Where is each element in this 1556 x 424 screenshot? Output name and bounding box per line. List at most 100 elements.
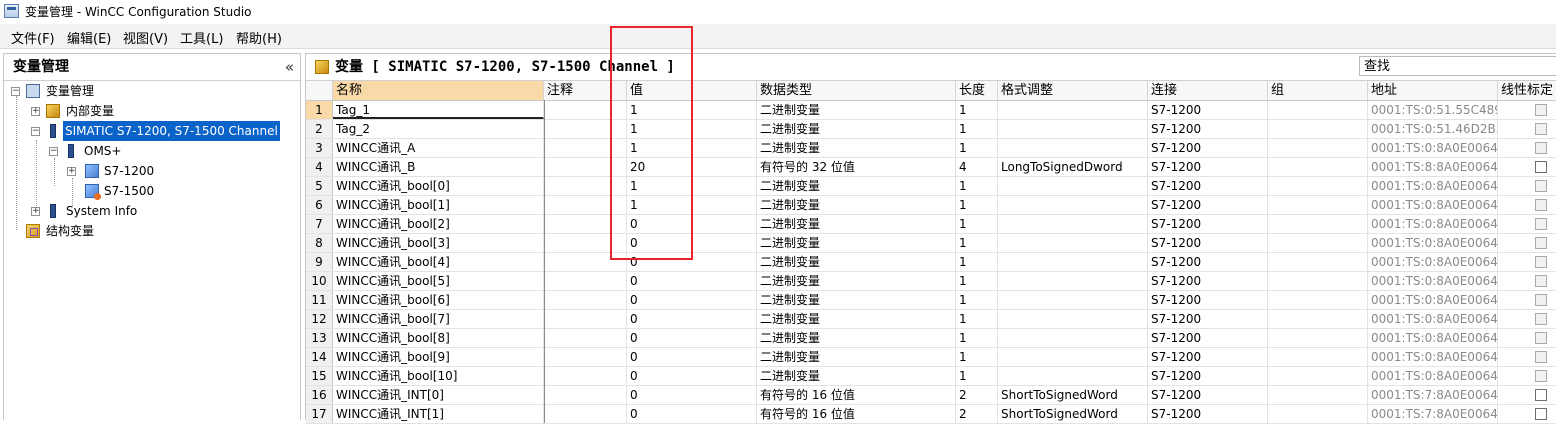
cell-comment[interactable] [544,310,627,328]
table-row[interactable]: 15 WINCC通讯_bool[10] 0 二进制变量 1 S7-1200 0001:TS:… [306,367,1556,386]
cell-linear[interactable] [1498,158,1556,176]
linear-scaling-checkbox[interactable] [1535,161,1547,173]
cell-type[interactable]: 二进制变量 [757,234,956,252]
table-row[interactable]: 11 WINCC通讯_bool[6] 0 二进制变量 1 S7-1200 0001:TS:0… [306,291,1556,310]
menu-tools[interactable]: 工具(L) [180,28,223,47]
cell-type[interactable]: 二进制变量 [757,310,956,328]
cell-addr[interactable]: 0001:TS:7:8A0E0064. [1368,386,1498,404]
cell-name[interactable]: WINCC通讯_bool[3] [333,234,544,252]
cell-value[interactable]: 0 [627,386,757,404]
cell-addr[interactable]: 0001:TS:0:8A0E0064. [1368,291,1498,309]
collapse-toggle-icon[interactable]: − [31,127,40,136]
cell-fmt[interactable] [998,101,1148,119]
cell-addr[interactable]: 0001:TS:0:8A0E0064. [1368,234,1498,252]
cell-conn[interactable]: S7-1200 [1148,329,1268,347]
cell-name[interactable]: WINCC通讯_bool[2] [333,215,544,233]
cell-addr[interactable]: 0001:TS:0:8A0E0064. [1368,253,1498,271]
collapse-icon[interactable]: « [285,54,294,80]
cell-linear[interactable] [1498,120,1556,138]
cell-conn[interactable]: S7-1200 [1148,348,1268,366]
cell-conn[interactable]: S7-1200 [1148,310,1268,328]
cell-name[interactable]: WINCC通讯_INT[0] [333,386,544,404]
table-row[interactable]: 17 WINCC通讯_INT[1] 0 有符号的 16 位值 2 ShortToSigne… [306,405,1556,424]
cell-value[interactable]: 0 [627,348,757,366]
cell-len[interactable]: 1 [956,272,998,290]
column-header-name[interactable]: 名称 [333,81,544,100]
cell-group[interactable] [1268,120,1368,138]
grid-corner[interactable] [306,81,333,100]
table-row[interactable]: 10 WINCC通讯_bool[5] 0 二进制变量 1 S7-1200 0001:TS:0… [306,272,1556,291]
column-header-linear[interactable]: 线性标定 [1498,81,1556,100]
cell-comment[interactable] [544,272,627,290]
table-row[interactable]: 12 WINCC通讯_bool[7] 0 二进制变量 1 S7-1200 0001:TS:0… [306,310,1556,329]
cell-conn[interactable]: S7-1200 [1148,158,1268,176]
cell-value[interactable]: 0 [627,310,757,328]
cell-type[interactable]: 二进制变量 [757,272,956,290]
column-header-type[interactable]: 数据类型 [757,81,956,100]
menu-edit[interactable]: 编辑(E) [67,28,111,47]
cell-type[interactable]: 二进制变量 [757,120,956,138]
cell-group[interactable] [1268,177,1368,195]
cell-len[interactable]: 1 [956,367,998,385]
table-row[interactable]: 1 Tag_1 1 二进制变量 1 S7-1200 0001:TS:0:51.55C489 [306,101,1556,120]
cell-len[interactable]: 1 [956,101,998,119]
cell-conn[interactable]: S7-1200 [1148,101,1268,119]
column-header-addr[interactable]: 地址 [1368,81,1498,100]
menu-view[interactable]: 视图(V) [123,28,168,47]
cell-len[interactable]: 2 [956,386,998,404]
cell-conn[interactable]: S7-1200 [1148,253,1268,271]
cell-linear[interactable] [1498,348,1556,366]
cell-fmt[interactable] [998,120,1148,138]
row-number[interactable]: 1 [306,101,333,119]
column-header-conn[interactable]: 连接 [1148,81,1268,100]
cell-name[interactable]: WINCC通讯_bool[4] [333,253,544,271]
cell-name[interactable]: WINCC通讯_INT[1] [333,405,544,423]
cell-type[interactable]: 二进制变量 [757,177,956,195]
cell-fmt[interactable] [998,310,1148,328]
cell-fmt[interactable] [998,234,1148,252]
menu-file[interactable]: 文件(F) [11,28,55,47]
cell-type[interactable]: 有符号的 32 位值 [757,158,956,176]
cell-addr[interactable]: 0001:TS:0:8A0E0064. [1368,329,1498,347]
cell-linear[interactable] [1498,310,1556,328]
cell-addr[interactable]: 0001:TS:0:8A0E0064. [1368,215,1498,233]
cell-len[interactable]: 1 [956,234,998,252]
cell-addr[interactable]: 0001:TS:0:8A0E0064. [1368,139,1498,157]
table-row[interactable]: 5 WINCC通讯_bool[0] 1 二进制变量 1 S7-1200 0001:TS:0:… [306,177,1556,196]
cell-group[interactable] [1268,158,1368,176]
column-header-group[interactable]: 组 [1268,81,1368,100]
cell-addr[interactable]: 0001:TS:0:8A0E0064. [1368,272,1498,290]
cell-linear[interactable] [1498,291,1556,309]
cell-name[interactable]: WINCC通讯_bool[7] [333,310,544,328]
tree-item-system-info[interactable]: + System Info [4,201,300,221]
column-header-fmt[interactable]: 格式调整 [998,81,1148,100]
cell-addr[interactable]: 0001:TS:0:8A0E0064. [1368,310,1498,328]
cell-group[interactable] [1268,386,1368,404]
cell-addr[interactable]: 0001:TS:7:8A0E0064. [1368,405,1498,423]
row-number[interactable]: 12 [306,310,333,328]
table-row[interactable]: 4 WINCC通讯_B 20 有符号的 32 位值 4 LongToSignedDword… [306,158,1556,177]
cell-comment[interactable] [544,386,627,404]
cell-group[interactable] [1268,291,1368,309]
cell-addr[interactable]: 0001:TS:0:8A0E0064. [1368,177,1498,195]
cell-group[interactable] [1268,234,1368,252]
cell-group[interactable] [1268,405,1368,423]
cell-name[interactable]: WINCC通讯_bool[6] [333,291,544,309]
cell-name[interactable]: Tag_1 [333,101,544,119]
row-number[interactable]: 7 [306,215,333,233]
cell-len[interactable]: 1 [956,253,998,271]
cell-addr[interactable]: 0001:TS:0:51.55C489 [1368,101,1498,119]
cell-fmt[interactable] [998,329,1148,347]
cell-fmt[interactable]: ShortToSignedWord [998,386,1148,404]
cell-name[interactable]: WINCC通讯_A [333,139,544,157]
cell-len[interactable]: 1 [956,215,998,233]
row-number[interactable]: 2 [306,120,333,138]
cell-type[interactable]: 二进制变量 [757,367,956,385]
tree-item-s7-channel[interactable]: − SIMATIC S7-1200, S7-1500 Channel [4,121,300,141]
cell-linear[interactable] [1498,386,1556,404]
cell-value[interactable]: 0 [627,272,757,290]
cell-value[interactable]: 0 [627,405,757,423]
linear-scaling-checkbox[interactable] [1535,389,1547,401]
collapse-toggle-icon[interactable]: − [11,87,20,96]
cell-len[interactable]: 1 [956,177,998,195]
